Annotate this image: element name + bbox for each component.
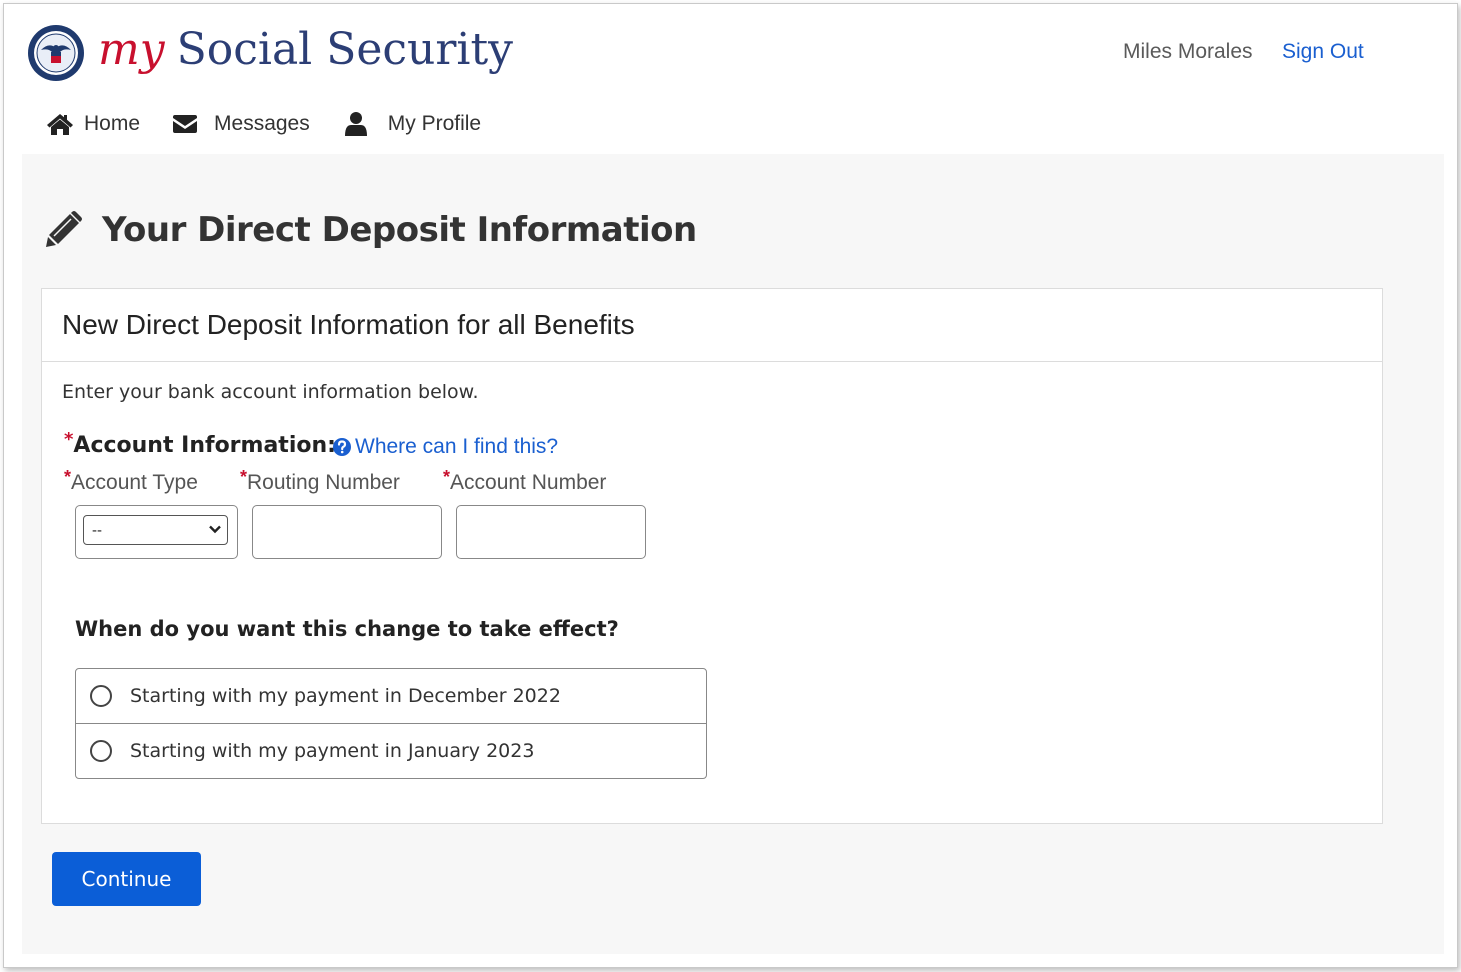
sign-out-link[interactable]: Sign Out: [1282, 40, 1364, 64]
nav-messages[interactable]: Messages: [173, 112, 310, 136]
account-number-input[interactable]: [456, 505, 646, 559]
main-content: Your Direct Deposit Information New Dire…: [22, 154, 1444, 954]
account-information-label: * Account Information:: [64, 429, 336, 458]
nav-home-label: Home: [84, 112, 141, 135]
radio-option-december-2022[interactable]: Starting with my payment in December 202…: [76, 669, 706, 723]
account-type-field: --: [75, 505, 238, 559]
site-header: my Social Security Miles Morales Sign Out…: [4, 4, 1457, 154]
page-title: Your Direct Deposit Information: [44, 210, 697, 250]
page-heading: Your Direct Deposit Information: [102, 210, 697, 250]
radio-option-january-2023[interactable]: Starting with my payment in January 2023: [76, 723, 706, 778]
required-marker: *: [443, 467, 451, 487]
radio-button[interactable]: [90, 685, 112, 707]
user-icon: [344, 112, 367, 136]
routing-number-input[interactable]: [252, 505, 442, 559]
question-circle-icon: [333, 438, 351, 456]
continue-button[interactable]: Continue: [52, 852, 201, 906]
where-find-help-text: Where can I find this?: [355, 435, 559, 458]
effective-date-question: When do you want this change to take eff…: [75, 617, 619, 641]
brand-my: my: [98, 24, 165, 75]
intro-text: Enter your bank account information belo…: [62, 381, 479, 403]
envelope-icon: [173, 115, 198, 133]
user-name: Miles Morales: [1123, 40, 1253, 63]
site-logo[interactable]: my Social Security: [98, 22, 513, 78]
account-information-text: Account Information:: [73, 433, 336, 458]
routing-number-label: *Routing Number: [240, 467, 400, 495]
account-number-label: *Account Number: [443, 467, 607, 495]
ssa-seal-icon: [28, 25, 84, 81]
chevron-down-icon: [209, 525, 221, 534]
account-type-select[interactable]: --: [83, 515, 228, 545]
main-nav: Home Messages My Profile: [46, 108, 515, 140]
account-type-label: *Account Type: [64, 467, 198, 495]
required-marker: *: [240, 467, 248, 487]
panel-heading: New Direct Deposit Information for all B…: [42, 289, 1382, 362]
effective-date-radio-group: Starting with my payment in December 202…: [75, 668, 707, 779]
routing-number-label-text: Routing Number: [247, 471, 400, 494]
brand-social-security: Social Security: [176, 24, 514, 75]
required-marker: *: [64, 429, 74, 450]
nav-my-profile-label: My Profile: [387, 112, 482, 135]
nav-messages-label: Messages: [214, 112, 310, 135]
nav-home[interactable]: Home: [46, 112, 140, 136]
home-icon: [47, 114, 73, 135]
account-type-label-text: Account Type: [71, 471, 198, 494]
browser-frame: my Social Security Miles Morales Sign Out…: [3, 3, 1458, 968]
account-type-value: --: [92, 522, 102, 539]
radio-option-label: Starting with my payment in December 202…: [130, 685, 561, 707]
pencil-icon: [46, 211, 82, 247]
radio-option-label: Starting with my payment in January 2023: [130, 740, 535, 762]
required-marker: *: [64, 467, 72, 487]
direct-deposit-panel: New Direct Deposit Information for all B…: [41, 288, 1383, 824]
nav-my-profile[interactable]: My Profile: [344, 111, 481, 137]
radio-button[interactable]: [90, 740, 112, 762]
account-number-label-text: Account Number: [450, 471, 607, 494]
where-find-help-link[interactable]: Where can I find this?: [332, 435, 558, 459]
